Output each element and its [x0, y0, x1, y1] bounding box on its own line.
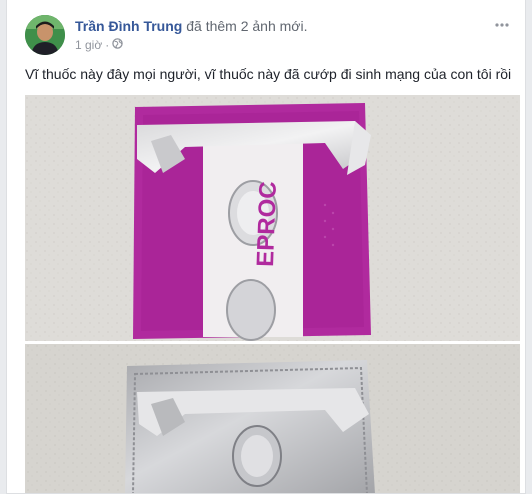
post-photo-2[interactable]: [25, 344, 520, 493]
post-caption: Vĩ thuốc này đây mọi người, vĩ thuốc này…: [25, 66, 512, 82]
post-title-line: Trần Đình Trung đã thêm 2 ảnh mới.: [75, 18, 307, 34]
post-photo-1[interactable]: EPROC: [25, 95, 520, 341]
post-timestamp[interactable]: 1 giờ: [75, 38, 102, 52]
ellipsis-icon[interactable]: [495, 15, 509, 31]
post-header: Trần Đình Trung đã thêm 2 ảnh mới. 1 giờ…: [25, 15, 515, 57]
feed-post: Trần Đình Trung đã thêm 2 ảnh mới. 1 giờ…: [6, 0, 526, 494]
avatar-image: [25, 15, 65, 55]
pack-print-text: EPROC: [252, 181, 282, 267]
globe-icon[interactable]: [112, 38, 123, 52]
meta-separator: ·: [105, 38, 110, 52]
author-name[interactable]: Trần Đình Trung: [75, 18, 182, 34]
post-action-text: đã thêm 2 ảnh mới.: [186, 18, 308, 34]
avatar[interactable]: [25, 15, 65, 55]
post-meta: 1 giờ ·: [75, 38, 123, 52]
